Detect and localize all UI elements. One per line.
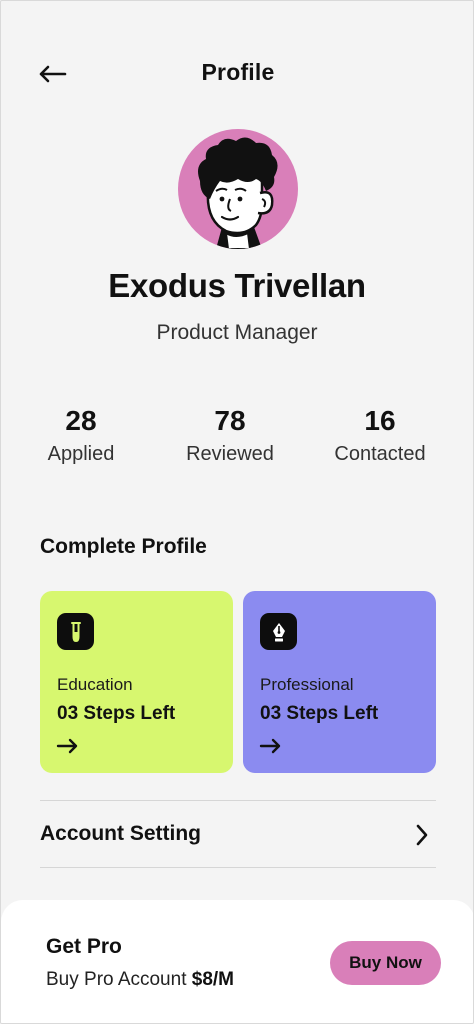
stat-applied[interactable]: 28 Applied [6, 405, 156, 466]
card-icon-wrapper [57, 613, 94, 650]
avatar [178, 129, 298, 249]
professional-card[interactable]: Professional 03 Steps Left [243, 591, 436, 773]
complete-profile-title: Complete Profile [40, 535, 207, 558]
profile-screen: Profile Exodus Trivellan Product Manager… [0, 0, 474, 1024]
account-setting-label: Account Setting [40, 822, 201, 845]
get-pro-subtitle-text: Buy Pro Account [46, 969, 187, 990]
stat-value: 16 [364, 405, 396, 436]
test-tube-icon [70, 621, 81, 642]
user-role: Product Manager [156, 321, 318, 344]
stat-label: Reviewed [186, 443, 274, 465]
card-label: Education [57, 675, 133, 694]
stat-label: Contacted [334, 443, 426, 465]
chevron-right-icon [416, 824, 428, 846]
get-pro-title: Get Pro [46, 935, 122, 958]
education-card[interactable]: Education 03 Steps Left [40, 591, 233, 773]
account-setting-row[interactable]: Account Setting [40, 801, 436, 867]
arrow-right-icon [259, 738, 281, 754]
divider [40, 867, 436, 868]
card-steps: 03 Steps Left [57, 703, 176, 724]
get-pro-subtitle: Buy Pro Account $8/M [46, 969, 234, 991]
page-title: Profile [201, 59, 275, 85]
card-label: Professional [260, 675, 354, 694]
pen-nib-icon [272, 622, 285, 641]
stat-value: 28 [65, 405, 97, 436]
card-icon-wrapper [260, 613, 297, 650]
buy-now-button[interactable]: Buy Now [330, 941, 441, 985]
card-steps: 03 Steps Left [260, 703, 379, 724]
stat-contacted[interactable]: 16 Contacted [305, 405, 455, 466]
get-pro-panel: Get Pro Buy Pro Account $8/M Buy Now [1, 900, 473, 1023]
stats-row: 28 Applied 78 Reviewed 16 Contacted [1, 405, 473, 475]
stat-value: 78 [214, 405, 246, 436]
arrow-right-icon [56, 738, 78, 754]
header: Profile [1, 51, 473, 95]
stat-label: Applied [47, 443, 115, 465]
stat-reviewed[interactable]: 78 Reviewed [155, 405, 305, 466]
avatar-illustration-icon [198, 137, 278, 249]
get-pro-price: $8/M [191, 969, 234, 990]
user-name: Exodus Trivellan [108, 267, 366, 304]
